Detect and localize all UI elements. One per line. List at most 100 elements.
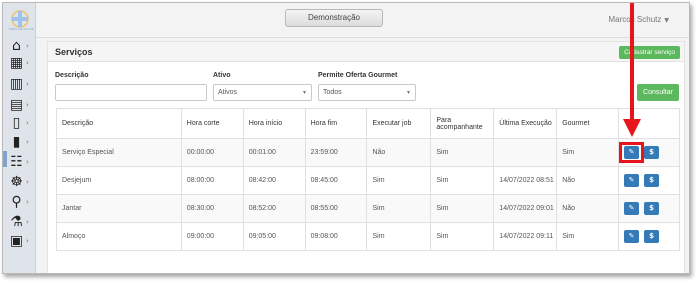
edit-button[interactable]: ✎ (624, 230, 640, 243)
page-title: Serviços (55, 47, 93, 57)
cell-gourmet: Não (556, 194, 620, 223)
cell-descricao: Almoço (56, 222, 182, 251)
home-icon: ⌂ (12, 38, 21, 54)
chevron-right-icon: › (26, 59, 29, 67)
sidebar-item-7[interactable]: ☸ › (9, 173, 33, 191)
chevron-right-icon: › (26, 158, 29, 166)
sidebar-item-5[interactable]: ▮ › (9, 133, 33, 151)
cell-ultima-execucao: 14/07/2022 09:01 (493, 194, 558, 223)
chevron-right-icon: › (26, 101, 29, 109)
app-window: TABLE DE SAUDE ⌂ › ▦ › ▥ › ▤ › ▯ › ▮ › ☷ › ☸ › ⚲ › ⚗ › ▣ › De… (2, 2, 690, 274)
cell-hora-inicio: 08:52:00 (242, 194, 306, 223)
gourmet-select[interactable]: Todos ▾ (318, 84, 416, 101)
header-descricao: Descrição (56, 108, 182, 139)
cell-hora-corte: 09:00:00 (180, 222, 244, 251)
cell-hora-inicio: 00:01:00 (242, 138, 306, 167)
sidebar-item-9[interactable]: ⚗ › (9, 213, 33, 231)
gourmet-select-value: Todos (323, 89, 342, 96)
cell-hora-inicio: 09:05:00 (242, 222, 306, 251)
edit-button[interactable]: ✎ (624, 202, 640, 215)
active-select-value: Ativos (218, 89, 238, 96)
price-button[interactable]: $ (644, 146, 660, 159)
cell-executar-job: Não (366, 138, 432, 167)
cell-actions: ✎ $ (618, 166, 680, 195)
cell-descricao: Jantar (56, 194, 182, 223)
top-bar: Demonstração Marcos Schutz ▼ (36, 3, 689, 38)
table-row: Desjejum 08:00:00 08:42:00 08:45:00 Sim Sim 14… (56, 166, 680, 195)
header-ultima-execucao: Última Execução (493, 108, 558, 139)
cell-actions: ✎ $ (618, 222, 680, 251)
chevron-right-icon: › (26, 237, 29, 245)
cell-para-acompanhante: Sim (430, 194, 495, 223)
cell-ultima-execucao: 14/07/2022 08:51 (493, 166, 558, 195)
cell-hora-corte: 08:30:00 (180, 194, 244, 223)
price-button[interactable]: $ (644, 230, 660, 243)
active-nav-marker (3, 151, 7, 167)
logo-caption: TABLE DE SAUDE (8, 27, 34, 31)
gourmet-label: Permite Oferta Gourmet (318, 72, 398, 79)
header-hora-inicio: Hora início (242, 108, 306, 139)
sidebar-item-0[interactable]: ⌂ › (9, 37, 33, 55)
table-row: Serviço Especial 00:00:00 00:01:00 23:59:00… (56, 138, 680, 167)
sidebar-item-1[interactable]: ▦ › (9, 54, 33, 72)
cell-gourmet: Não (556, 166, 620, 195)
flask-icon: ⚗ (10, 214, 23, 230)
price-button[interactable]: $ (644, 174, 660, 187)
cell-ultima-execucao (493, 138, 558, 167)
chevron-right-icon: › (26, 138, 29, 146)
dashboard-icon: ▤ (9, 97, 24, 113)
sidebar-item-4[interactable]: ▯ › (9, 114, 33, 132)
price-button[interactable]: $ (644, 202, 660, 215)
cell-hora-fim: 09:08:00 (304, 222, 368, 251)
chevron-down-icon: ▼ (664, 17, 669, 24)
header-para-acompanhante: Para acompanhante (430, 108, 495, 139)
cell-hora-fim: 23:59:00 (304, 138, 368, 167)
services-table: Descrição Hora corte Hora início Hora fi… (56, 108, 680, 251)
edit-button[interactable]: ✎ (624, 174, 640, 187)
cell-gourmet: Sim (556, 138, 620, 167)
apps-grid-icon: ▦ (9, 55, 24, 71)
people-icon: ☷ (10, 154, 23, 170)
cell-hora-inicio: 08:42:00 (242, 166, 306, 195)
annotation-highlight-box (619, 142, 645, 163)
cell-hora-corte: 08:00:00 (180, 166, 244, 195)
sidebar-item-10[interactable]: ▣ › (9, 232, 33, 250)
table-row: Almoço 09:00:00 09:05:00 09:08:00 Sim Sim 14/0… (56, 222, 680, 251)
cell-executar-job: Sim (366, 222, 432, 251)
chevron-right-icon: › (26, 80, 29, 88)
cell-para-acompanhante: Sim (430, 138, 495, 167)
cell-gourmet: Sim (556, 222, 620, 251)
environment-button[interactable]: Demonstração (285, 9, 383, 27)
panel-header: Serviços Cadastrar serviço (48, 42, 684, 62)
description-label: Descrição (55, 72, 89, 79)
chevron-right-icon: › (26, 178, 29, 186)
pin-icon: ⚲ (11, 194, 22, 210)
sidebar-item-8[interactable]: ⚲ › (9, 193, 33, 211)
sidebar-item-6[interactable]: ☷ › (9, 153, 33, 171)
sidebar-item-3[interactable]: ▤ › (9, 96, 33, 114)
annotation-arrow (623, 3, 641, 137)
group-icon: ☸ (10, 174, 23, 190)
chevron-down-icon: ▾ (302, 89, 306, 96)
cell-executar-job: Sim (366, 166, 432, 195)
clipboard-icon: ▮ (12, 134, 21, 150)
highlighted-edit-wrapper: ✎ (619, 142, 645, 163)
sidebar: TABLE DE SAUDE ⌂ › ▦ › ▥ › ▤ › ▯ › ▮ › ☷ › ☸ › ⚲ › ⚗ › ▣ › (3, 3, 36, 273)
document-icon: ▯ (12, 115, 21, 131)
chevron-right-icon: › (26, 198, 29, 206)
chevron-down-icon: ▾ (406, 89, 410, 96)
building-icon: ▥ (9, 76, 24, 92)
table-row: Jantar 08:30:00 08:52:00 08:55:00 Sim Sim 14/0… (56, 194, 680, 223)
description-input[interactable] (55, 84, 207, 101)
header-hora-fim: Hora fim (304, 108, 368, 139)
chevron-right-icon: › (26, 218, 29, 226)
sidebar-item-2[interactable]: ▥ › (9, 75, 33, 93)
cell-hora-fim: 08:45:00 (304, 166, 368, 195)
active-select[interactable]: Ativos ▾ (213, 84, 312, 101)
cell-para-acompanhante: Sim (430, 222, 495, 251)
chevron-right-icon: › (26, 42, 29, 50)
table-header-row: Descrição Hora corte Hora início Hora fi… (56, 108, 680, 139)
search-button[interactable]: Consultar (637, 84, 679, 101)
cell-ultima-execucao: 14/07/2022 09:11 (493, 222, 558, 251)
cell-hora-fim: 08:55:00 (304, 194, 368, 223)
